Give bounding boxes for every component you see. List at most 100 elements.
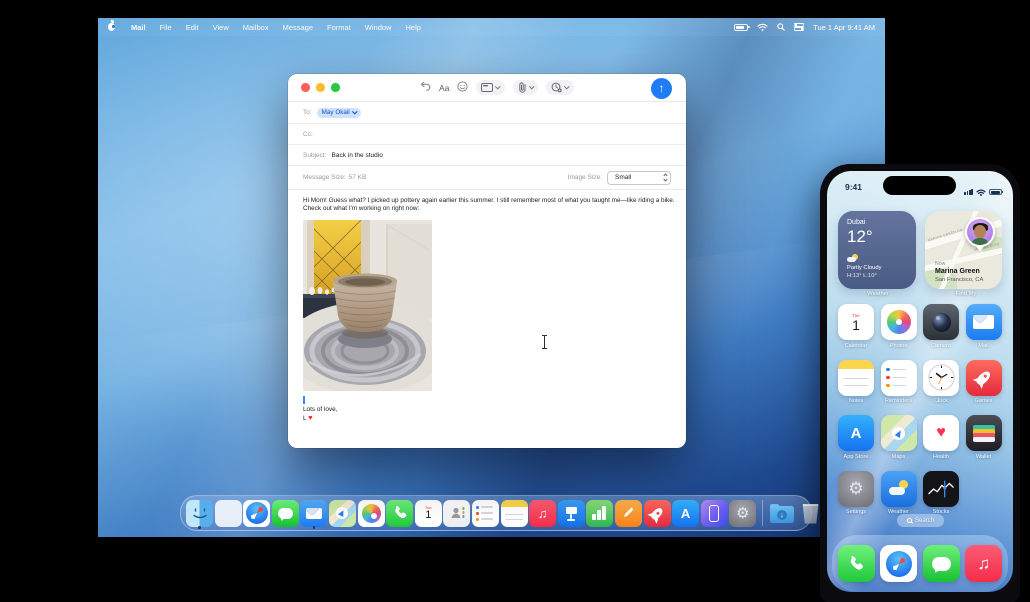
app-clock[interactable]: Clock [920,359,962,404]
dock-numbers-icon[interactable] [586,499,614,527]
format-text-button[interactable]: Aa [439,83,449,93]
search-label: Search [914,517,934,524]
menu-bar: Mail File Edit View Mailbox Message Form… [98,18,885,36]
weather-widget[interactable]: Dubai 12° Partly Cloudy H:13° L:10° [838,211,916,289]
wifi-icon[interactable] [757,23,768,31]
app-weather[interactable]: Weather [878,470,920,515]
subject-value: Back in the studio [331,151,383,159]
app-health[interactable]: ♥ Health [920,415,962,460]
mac-desktop: Mail File Edit View Mailbox Message Form… [98,18,885,537]
health-heart-glyph: ♥ [936,424,946,441]
app-wallet[interactable]: Wallet [963,415,1005,460]
download-arrow-glyph: ↓ [776,509,787,520]
music-note-glyph: ♫ [537,505,548,521]
close-window-button[interactable] [301,83,310,92]
spotlight-search-icon[interactable] [777,23,785,31]
body-paragraph: Hi Mom! Guess what? I picked up pottery … [303,197,675,212]
app-calendar[interactable]: Tue 1 Calendar [835,304,877,349]
app-appstore[interactable]: A App Store [835,415,877,460]
dock-appstore-icon[interactable]: A [672,499,700,527]
emoji-picker-icon[interactable] [457,81,469,94]
dock-iphone-mirroring-icon[interactable] [700,499,728,527]
menu-file[interactable]: File [160,23,172,32]
dock-reminders-icon[interactable] [471,499,499,527]
iphone-dock: ♫ [832,535,1008,592]
menu-window[interactable]: Window [365,23,392,32]
find-my-widget[interactable]: MARINA GREEN DR MARINA BLVD Now Marina G… [925,211,1002,289]
send-later-button[interactable] [546,80,574,95]
menu-message[interactable]: Message [283,23,313,32]
finder-open-indicator [198,526,201,529]
cc-field[interactable]: Cc: [288,124,686,145]
home-search-pill[interactable]: Search [897,514,944,527]
battery-icon[interactable] [734,23,750,31]
app-photos[interactable]: Photos [878,304,920,349]
dock-finder-icon[interactable] [186,499,213,527]
dock-downloads-icon[interactable]: ↓ [768,500,795,527]
dock-pages-icon[interactable] [614,499,642,527]
weather-high-low: H:13° L:10° [847,272,877,279]
subject-label: Subject: [303,151,327,159]
app-label: Settings [845,509,867,515]
undo-icon[interactable] [420,81,431,93]
weather-temp: 12° [847,227,873,246]
message-body[interactable]: Hi Mom! Guess what? I picked up pottery … [288,190,686,430]
dock-messages-icon[interactable] [271,499,299,527]
app-notes[interactable]: Notes [835,359,877,404]
widget-row: Dubai 12° Partly Cloudy H:13° L:10° MARI… [838,211,1002,289]
window-titlebar[interactable]: Aa ↑ [288,74,686,102]
subject-field[interactable]: Subject: Back in the studio [288,145,686,166]
menu-edit[interactable]: Edit [186,23,199,32]
chevron-down-icon [351,108,357,114]
app-settings[interactable]: ⚙ Settings [835,470,877,515]
pottery-photo-attachment[interactable] [303,220,432,391]
menu-view[interactable]: View [213,23,229,32]
dock-contacts-icon[interactable] [443,499,471,527]
person-avatar-pin [965,217,995,251]
dock-maps-icon[interactable] [328,499,356,527]
recipient-token[interactable]: May Okail [316,107,362,118]
dock-games-icon[interactable] [643,499,671,527]
mail-open-indicator [312,526,315,529]
app-maps[interactable]: Maps [878,415,920,460]
app-games[interactable]: Games [963,359,1005,404]
dock-photos-icon[interactable] [357,499,385,527]
app-reminders[interactable]: Reminders [878,359,920,404]
app-camera[interactable]: Camera [920,304,962,349]
menu-format[interactable]: Format [327,23,351,32]
app-mail[interactable]: Mail [963,304,1005,349]
dock-mail-icon[interactable] [300,499,328,527]
menu-app-name[interactable]: Mail [131,23,146,32]
dock-calendar-icon[interactable]: Tue 1 [414,499,442,527]
mail-compose-window: Aa ↑ To: May Okail Cc: Subject: Back in … [288,74,686,448]
dock-launchpad-icon[interactable] [214,499,242,527]
image-size-select[interactable]: Small [607,170,671,185]
dock-keynote-icon[interactable] [557,499,585,527]
apple-menu-icon[interactable] [108,22,115,32]
recipient-name: May Okail [321,109,350,116]
dock-phone-icon[interactable] [837,545,875,582]
dock-music-icon[interactable]: ♫ [529,499,557,527]
send-button[interactable]: ↑ [651,77,672,99]
control-center-icon[interactable] [794,23,805,31]
dock-safari-icon[interactable] [243,499,271,527]
app-stocks[interactable]: Stocks [920,470,962,515]
menubar-clock[interactable]: Tue 1 Apr 9:41 AM [813,23,875,32]
menu-help[interactable]: Help [405,23,420,32]
zoom-window-button[interactable] [331,83,340,92]
attach-file-button[interactable] [512,80,539,95]
app-label: Notes [848,398,864,404]
app-label: Wallet [975,453,992,460]
dock-settings-icon[interactable]: ⚙ [729,499,757,527]
to-field[interactable]: To: May Okail [288,102,686,124]
dock-safari-icon[interactable] [880,545,918,582]
app-label: App Store [843,453,869,460]
menu-mailbox[interactable]: Mailbox [243,23,269,32]
photo-browser-button[interactable] [476,80,505,95]
dock-notes-icon[interactable] [500,499,528,527]
app-label: Calendar [844,342,868,349]
minimize-window-button[interactable] [316,83,325,92]
dock-messages-icon[interactable] [922,545,960,582]
dock-music-icon[interactable]: ♫ [965,545,1003,582]
dock-phone-icon[interactable] [386,499,414,527]
